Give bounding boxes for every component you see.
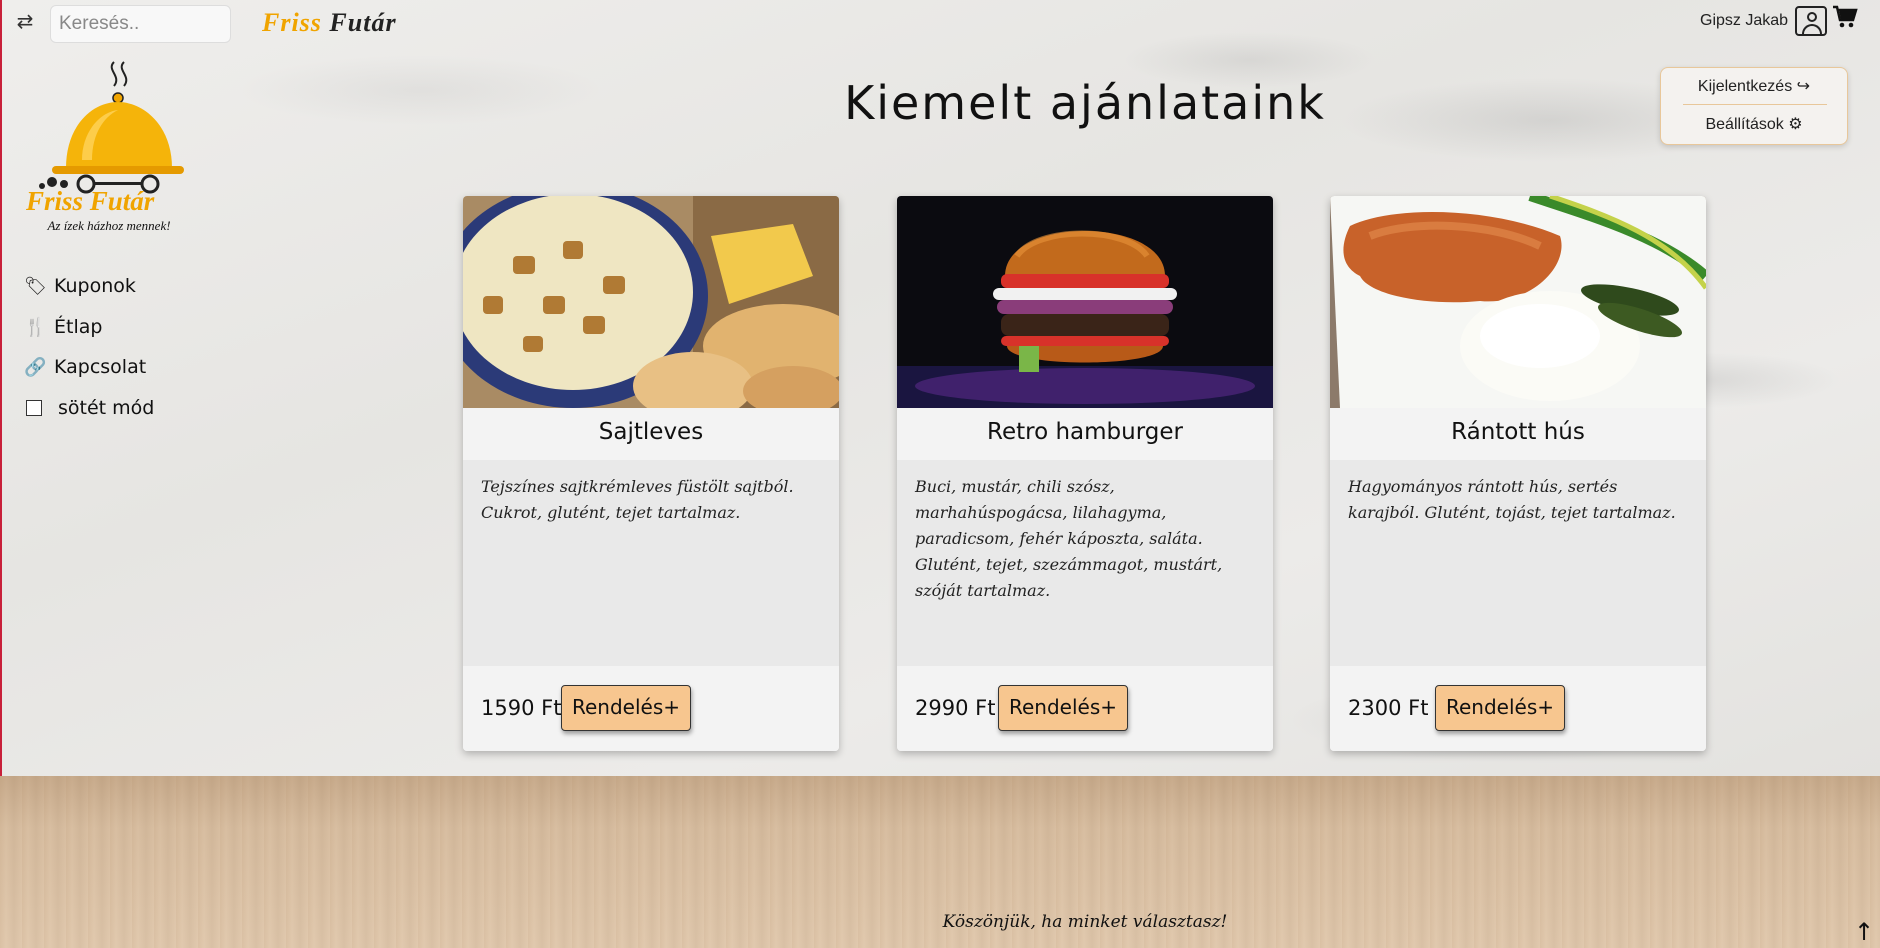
card-description: Hagyományos rántott hús, sertés karajból… [1330,460,1706,666]
sidebar-item-coupons[interactable]: 🏷 Kuponok [24,272,136,300]
card-footer: 2300 Ft Rendelés+ [1330,666,1706,751]
order-button-label: Rendelés [572,695,664,719]
link-icon: 🔗 [24,356,47,378]
card-description: Buci, mustár, chili szósz, marhahúspogác… [897,460,1273,666]
brand-part1: Friss [262,8,330,37]
card-title: Retro hamburger [897,408,1273,456]
order-button-label: Rendelés [1009,695,1101,719]
utensils-icon: 🍴 [24,316,47,338]
sidebar-item-menu[interactable]: 🍴 Étlap [24,313,102,341]
brand-tagline: Az ízek házhoz mennek! [47,218,171,233]
order-button[interactable]: Rendelés+ [998,685,1129,731]
sidebar-toggle-icon[interactable]: ⇄ [14,10,36,32]
page-title: Kiemelt ajánlataink [844,76,1326,130]
dark-mode-checkbox[interactable] [26,400,42,416]
product-card: Rántott hús Hagyományos rántott hús, ser… [1330,196,1706,751]
search-input[interactable] [50,5,231,43]
plus-icon: + [1100,695,1118,719]
user-icon[interactable] [1795,6,1827,36]
plus-icon: + [663,695,681,719]
brand-part2: Futár [329,8,397,37]
card-description: Tejszínes sajtkrémleves füstölt sajtból.… [463,460,839,666]
card-footer: 2990 Ft Rendelés+ [897,666,1273,751]
brand-title: Friss Futár [262,8,397,38]
card-title: Sajtleves [463,408,839,456]
sidebar-item-label: Étlap [54,316,103,338]
user-name[interactable]: Gipsz Jakab [1700,12,1788,30]
order-button[interactable]: Rendelés+ [1435,685,1566,731]
footer-text: Köszönjük, ha minket választasz! [942,912,1228,932]
sidebar-item-dark-mode[interactable]: sötét mód [24,394,154,422]
logo-text: Friss Futár [25,186,155,216]
sidebar-item-label: Kapcsolat [54,356,147,378]
order-button[interactable]: Rendelés+ [561,685,692,731]
plus-icon: + [1537,695,1555,719]
sidebar-item-label: sötét mód [58,397,155,419]
card-title: Rántott hús [1330,408,1706,456]
sidebar-item-contact[interactable]: 🔗 Kapcsolat [24,353,146,381]
card-price: 2300 Ft [1348,696,1429,720]
card-price: 2990 Ft [915,696,996,720]
hamburger-image [897,196,1273,408]
sidebar-item-label: Kuponok [54,275,136,297]
cheese-soup-image [463,196,839,408]
schnitzel-image [1330,196,1706,408]
cart-icon[interactable] [1832,4,1858,30]
order-button-label: Rendelés [1446,695,1538,719]
card-footer: 1590 Ft Rendelés+ [463,666,839,751]
tags-icon: 🏷 [24,275,47,297]
product-card: Sajtleves Tejszínes sajtkrémleves füstöl… [463,196,839,751]
product-card: Retro hamburger Buci, mustár, chili szós… [897,196,1273,751]
arrow-up-icon[interactable]: ↑ [1852,918,1876,946]
card-price: 1590 Ft [481,696,562,720]
